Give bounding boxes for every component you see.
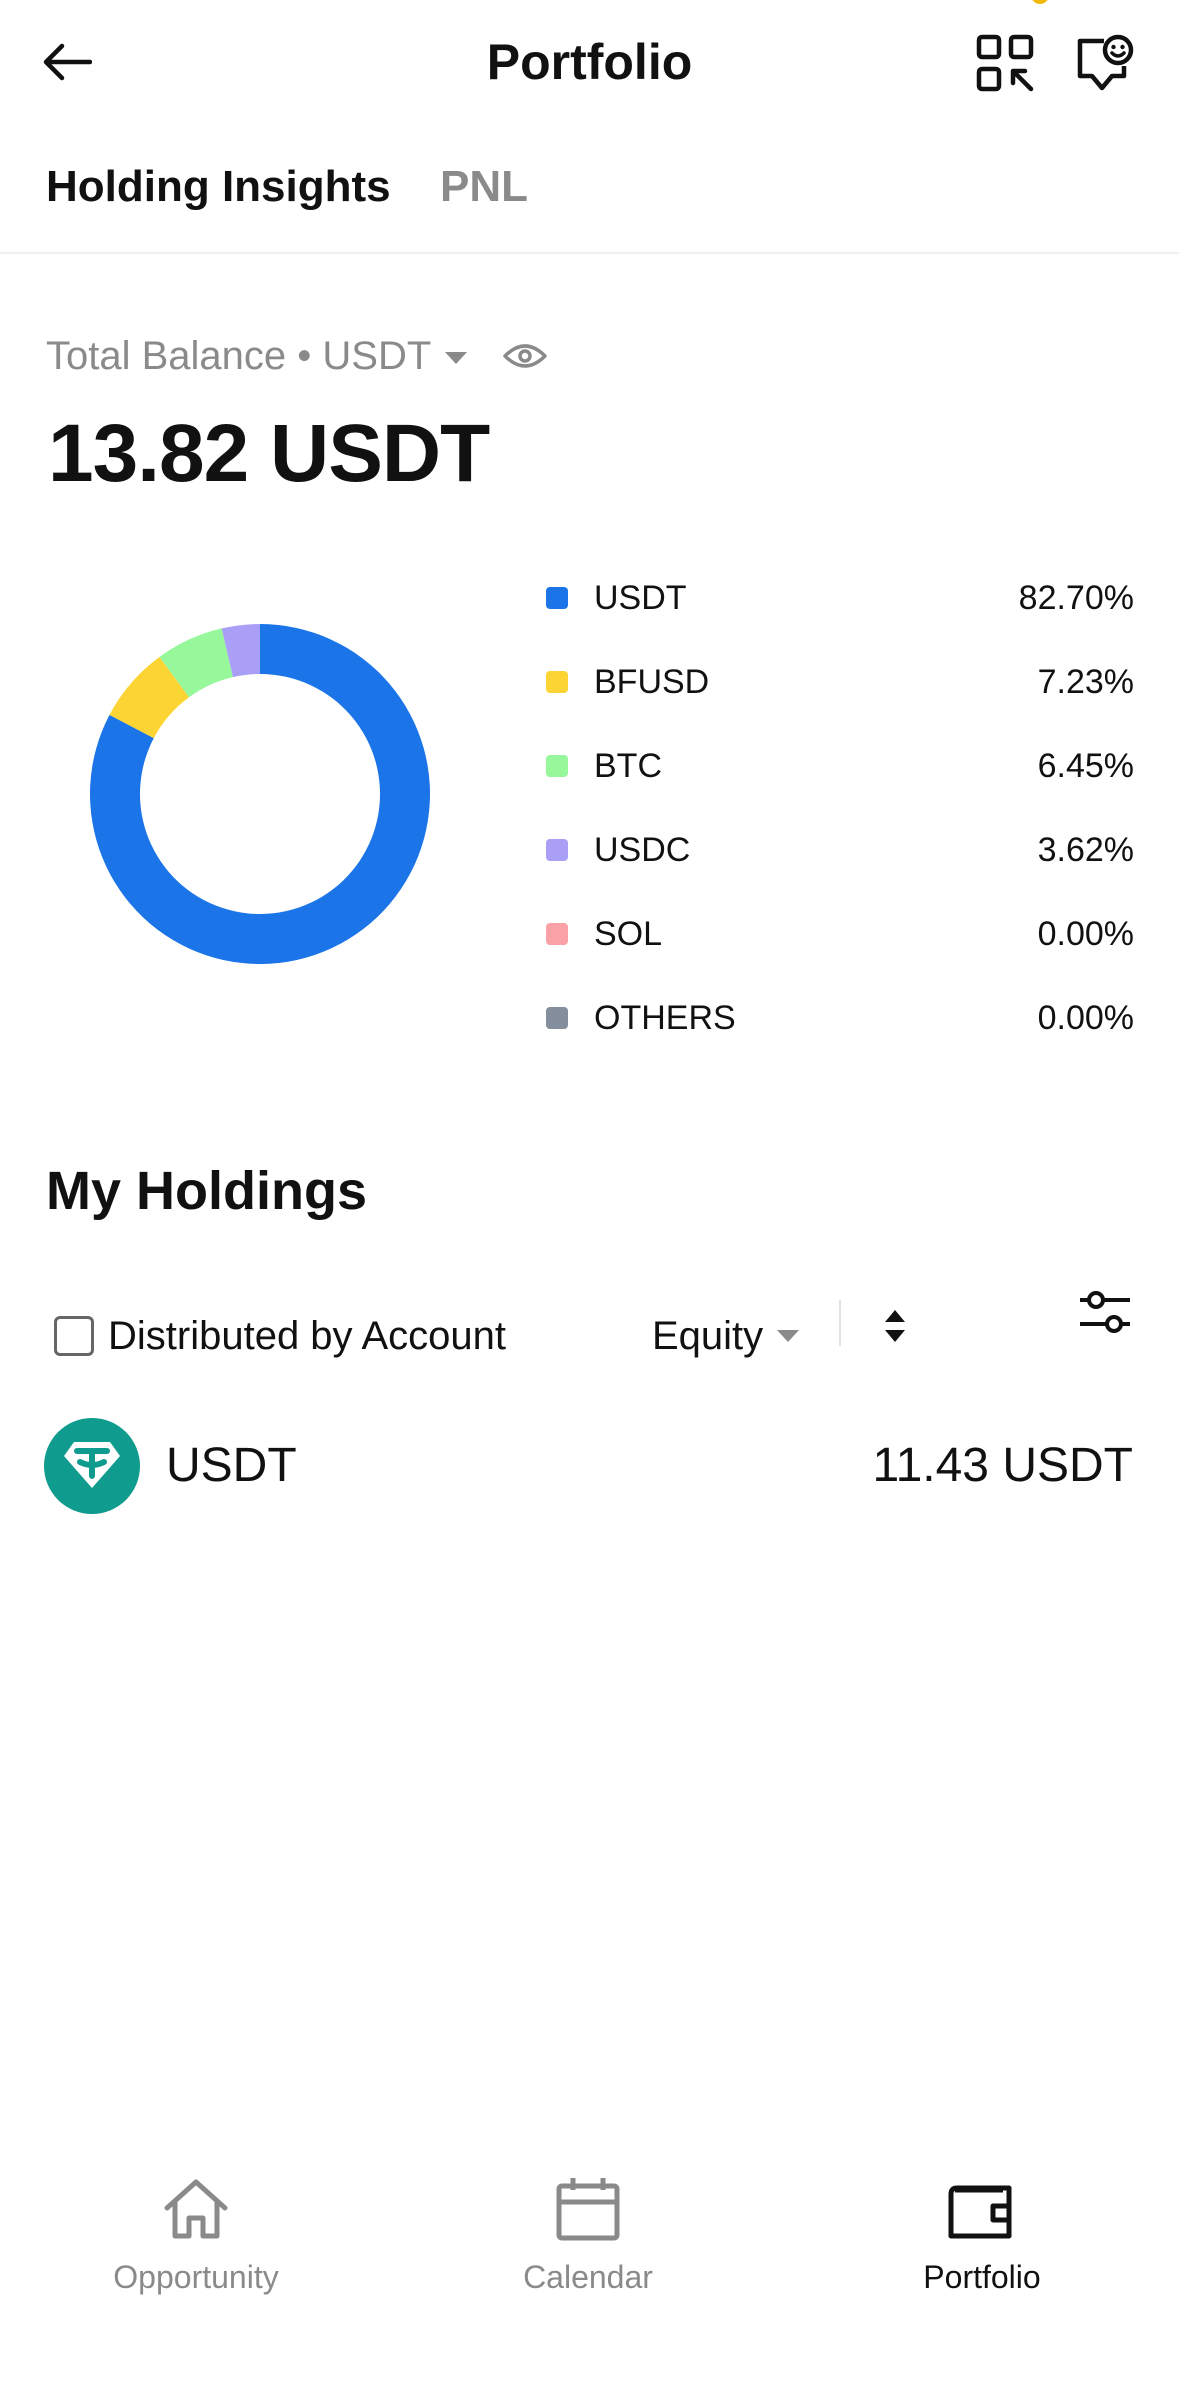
tab-holding-insights[interactable]: Holding Insights	[46, 160, 391, 214]
caret-down-icon	[777, 1330, 800, 1342]
legend-swatch	[546, 671, 568, 693]
legend-swatch	[546, 923, 568, 945]
usdt-token-icon	[44, 1418, 140, 1514]
qr-scan-icon	[976, 34, 1034, 92]
my-holdings-title: My Holdings	[46, 1161, 367, 1221]
distributed-by-account-label[interactable]: Distributed by Account	[108, 1312, 506, 1360]
legend-item: BTC 6.45%	[546, 724, 1134, 808]
support-chat-button[interactable]	[1074, 32, 1134, 94]
allocation-legend: USDT 82.70% BFUSD 7.23% BTC 6.45% USDC 3.62% SOL…	[546, 556, 1134, 1060]
qr-scan-button[interactable]	[976, 34, 1034, 92]
legend-swatch	[546, 839, 568, 861]
legend-asset-name: USDT	[594, 578, 687, 617]
filter-settings-button[interactable]	[1076, 1284, 1134, 1340]
balance-currency-selector[interactable]: Total Balance • USDT	[46, 328, 548, 384]
allocation-donut-chart	[89, 624, 431, 964]
legend-swatch	[546, 1007, 568, 1029]
legend-asset-name: OTHERS	[594, 998, 736, 1037]
legend-item: USDC 3.62%	[546, 808, 1134, 892]
nav-label: Opportunity	[113, 2259, 279, 2295]
distributed-by-account-checkbox[interactable]	[54, 1316, 94, 1356]
wallet-icon	[948, 2185, 1012, 2239]
nav-opportunity[interactable]: Opportunity	[66, 2160, 326, 2295]
legend-asset-percent: 82.70%	[1018, 578, 1134, 617]
sort-order-button[interactable]	[880, 1302, 910, 1350]
tab-pnl[interactable]: PNL	[440, 160, 528, 214]
legend-item: SOL 0.00%	[546, 892, 1134, 976]
holding-asset-value: 11.43 USDT	[872, 1439, 1133, 1492]
nav-label: Portfolio	[923, 2259, 1041, 2295]
legend-swatch	[546, 587, 568, 609]
caret-down-icon	[445, 352, 468, 364]
legend-asset-percent: 0.00%	[1037, 914, 1134, 953]
legend-asset-percent: 7.23%	[1037, 662, 1134, 701]
tab-bar: Holding Insights PNL	[0, 150, 1179, 254]
holding-asset-name: USDT	[166, 1439, 297, 1492]
legend-item: OTHERS 0.00%	[546, 976, 1134, 1060]
calendar-icon	[556, 2178, 620, 2241]
legend-asset-percent: 3.62%	[1037, 830, 1134, 869]
home-icon	[164, 2179, 228, 2239]
nav-label: Calendar	[523, 2259, 653, 2295]
sort-arrows-icon	[885, 1310, 905, 1342]
legend-asset-name: USDC	[594, 830, 691, 869]
total-balance-value: 13.82 USDT	[48, 408, 490, 499]
legend-item: BFUSD 7.23%	[546, 640, 1134, 724]
sliders-icon	[1080, 1291, 1130, 1333]
eye-icon[interactable]	[503, 341, 548, 371]
legend-asset-percent: 0.00%	[1037, 998, 1134, 1037]
legend-asset-name: BFUSD	[594, 662, 710, 701]
legend-asset-percent: 6.45%	[1037, 746, 1134, 785]
chat-smile-icon	[1077, 34, 1134, 91]
legend-asset-name: BTC	[594, 746, 662, 785]
sort-field-select[interactable]: Equity	[652, 1312, 800, 1360]
header: Portfolio	[0, 0, 1179, 130]
nav-calendar[interactable]: Calendar	[458, 2160, 718, 2295]
legend-swatch	[546, 755, 568, 777]
legend-item: USDT 82.70%	[546, 556, 1134, 640]
nav-portfolio[interactable]: Portfolio	[852, 2160, 1112, 2295]
legend-asset-name: SOL	[594, 914, 663, 953]
total-balance-label: Total Balance • USDT	[46, 333, 432, 378]
sort-field-label: Equity	[652, 1314, 764, 1358]
divider	[839, 1300, 841, 1346]
